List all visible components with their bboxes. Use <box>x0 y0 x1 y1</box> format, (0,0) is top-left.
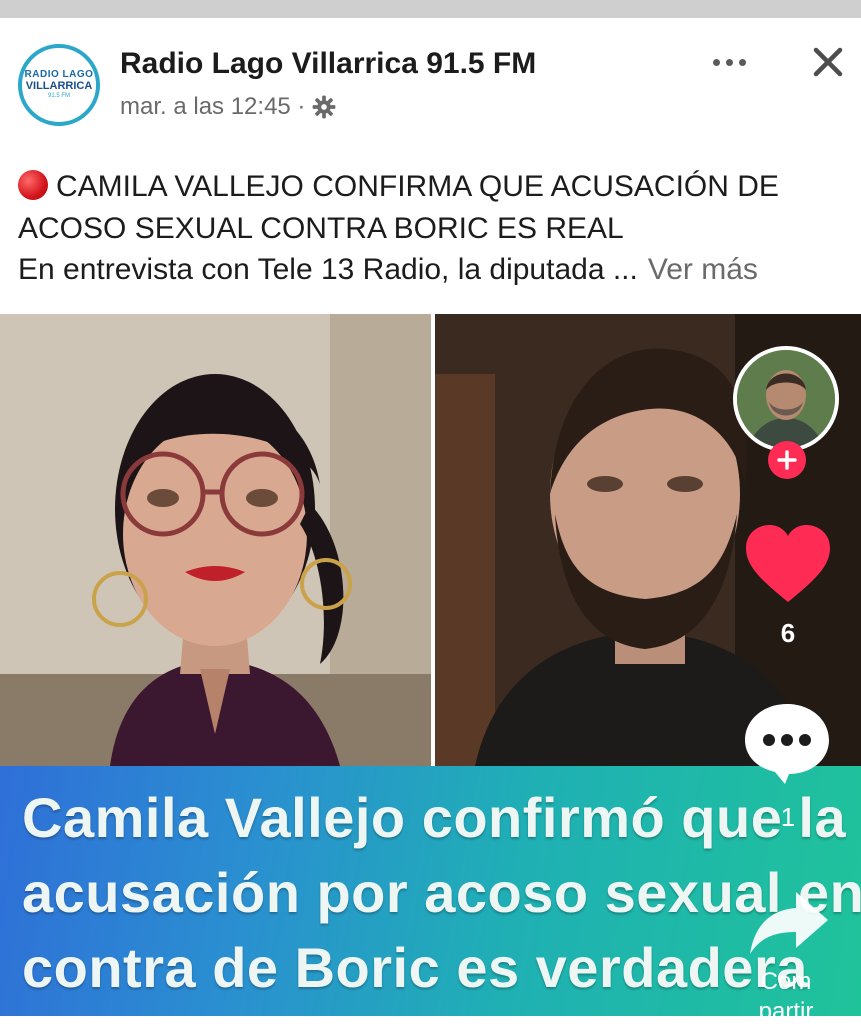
headline-text: CAMILA VALLEJO CONFIRMA QUE ACUSACIÓN DE… <box>18 170 779 245</box>
more-dots-icon <box>712 58 720 66</box>
more-dot <box>725 58 733 66</box>
page-name[interactable]: Radio Lago Villarrica 91.5 FM <box>120 47 536 81</box>
share-arrow-icon[interactable] <box>746 888 832 958</box>
share-label[interactable]: Compartir <box>758 967 814 1027</box>
creator-avatar-image <box>737 350 835 448</box>
more-options-button[interactable] <box>705 50 753 74</box>
post-headline: CAMILA VALLEJO CONFIRMA QUE ACUSACIÓN DE… <box>18 166 848 250</box>
red-circle-icon <box>18 170 48 200</box>
excerpt-text: En entrevista con Tele 13 Radio, la dipu… <box>18 253 638 286</box>
creator-avatar[interactable] <box>733 346 839 452</box>
follow-button[interactable] <box>768 441 806 479</box>
banner-caption: Camila Vallejo confirmó que la acusación… <box>22 780 861 1005</box>
comment-bubble-icon[interactable] <box>741 700 833 786</box>
avatar-logo-line2: VILLARRICA <box>25 80 93 92</box>
avatar-logo-line1: RADIO LAGO <box>24 69 94 80</box>
banner-line-3: contra de Boric es verdadera <box>22 936 808 999</box>
page-avatar[interactable]: RADIO LAGO VILLARRICA 91.5 FM <box>18 44 100 126</box>
post-excerpt: En entrevista con Tele 13 Radio, la dipu… <box>18 253 858 287</box>
plus-icon <box>777 450 797 470</box>
banner-line-1: Camila Vallejo confirmó que la <box>22 786 847 849</box>
left-photo[interactable] <box>0 314 431 766</box>
top-strip <box>0 0 861 18</box>
woman-portrait-image <box>0 314 431 766</box>
post-meta: mar. a las 12:45 · <box>120 93 337 121</box>
like-count: 6 <box>780 618 796 648</box>
more-dot <box>738 58 746 66</box>
gear-icon <box>313 95 336 119</box>
video-caption-banner: Camila Vallejo confirmó que la acusación… <box>0 766 861 1016</box>
avatar-logo-line3: 91.5 FM <box>47 93 70 99</box>
banner-line-2: acusación por acoso sexual en <box>22 861 861 924</box>
heart-icon[interactable] <box>743 522 833 606</box>
comment-count: 1 <box>780 802 796 832</box>
see-more-link[interactable]: Ver más <box>648 253 758 286</box>
post-timestamp[interactable]: mar. a las 12:45 · <box>120 93 305 121</box>
close-icon[interactable] <box>808 42 848 82</box>
